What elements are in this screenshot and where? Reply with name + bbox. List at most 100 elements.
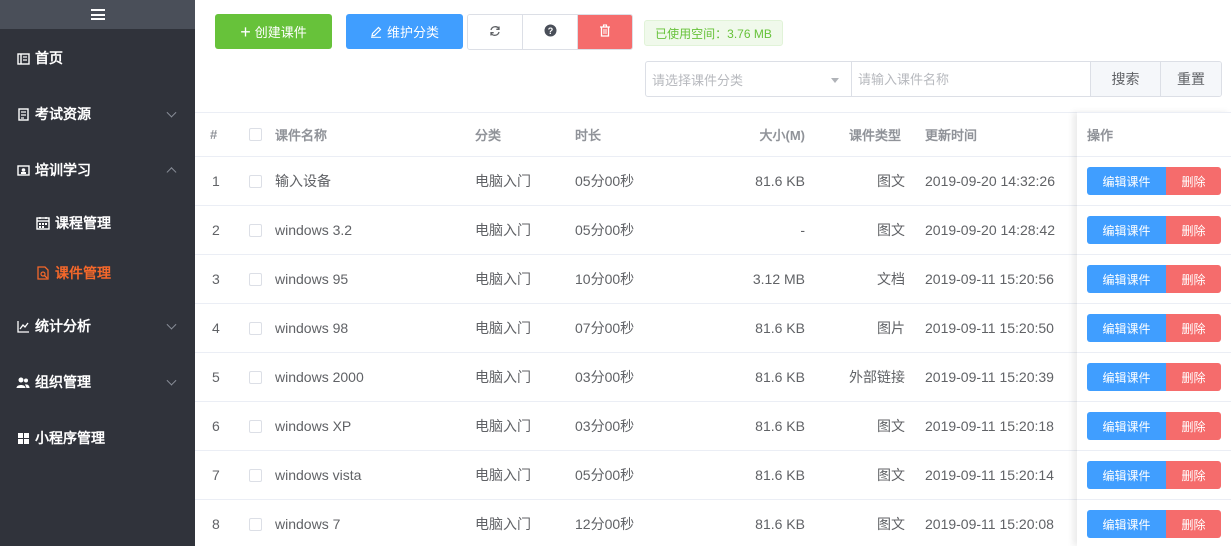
- courseware-icon: [36, 266, 50, 280]
- chevron-down-icon: [166, 319, 177, 330]
- reset-button[interactable]: 重置: [1160, 62, 1221, 96]
- row-checkbox-cell[interactable]: [249, 402, 262, 450]
- row-index: 7: [212, 467, 220, 483]
- row-size: 3.12 MB: [752, 271, 805, 287]
- row-index: 6: [212, 418, 220, 434]
- delete-courseware-button[interactable]: 删除: [1166, 461, 1221, 489]
- row-type: 图文: [877, 222, 905, 238]
- sidebar-item-label: 课件管理: [55, 265, 111, 281]
- edit-courseware-button[interactable]: 编辑课件: [1087, 167, 1166, 195]
- select-all-checkbox[interactable]: [249, 128, 262, 141]
- row-index: 5: [212, 369, 220, 385]
- sidebar-item-training[interactable]: 培训学习: [0, 142, 195, 198]
- row-checkbox[interactable]: [249, 370, 262, 384]
- edit-courseware-button[interactable]: 编辑课件: [1087, 461, 1166, 489]
- row-checkbox-cell[interactable]: [249, 304, 262, 352]
- row-updated: 2019-09-11 15:20:14: [925, 467, 1054, 483]
- category-select[interactable]: 请选择课件分类: [646, 62, 852, 96]
- search-button[interactable]: 搜索: [1090, 62, 1160, 96]
- edit-courseware-label: 编辑课件: [1102, 174, 1151, 189]
- row-checkbox[interactable]: [249, 321, 262, 335]
- row-checkbox-cell[interactable]: [249, 255, 262, 303]
- row-checkbox[interactable]: [249, 174, 262, 188]
- table-row: 5 windows 2000 电脑入门 03分00秒 81.6 KB 外部链接 2019-0…: [195, 353, 1231, 402]
- sidebar-item-home[interactable]: 首页: [0, 30, 195, 86]
- sidebar-subitem-courseware-management[interactable]: 课件管理: [0, 248, 195, 298]
- delete-courseware-label: 删除: [1181, 517, 1206, 532]
- maintain-category-button[interactable]: 维护分类: [346, 14, 463, 49]
- row-index: 1: [212, 173, 220, 189]
- edit-courseware-button[interactable]: 编辑课件: [1087, 412, 1166, 440]
- refresh-icon: [489, 24, 501, 40]
- row-checkbox[interactable]: [249, 223, 262, 237]
- sidebar-item-mini-program[interactable]: 小程序管理: [0, 410, 195, 466]
- edit-courseware-label: 编辑课件: [1102, 419, 1151, 434]
- edit-courseware-button[interactable]: 编辑课件: [1087, 363, 1166, 391]
- delete-courseware-button[interactable]: 删除: [1166, 510, 1221, 538]
- edit-courseware-label: 编辑课件: [1102, 468, 1151, 483]
- row-name: windows XP: [275, 418, 352, 434]
- help-button[interactable]: ?: [523, 15, 578, 49]
- chevron-down-icon: [166, 375, 177, 386]
- row-updated: 2019-09-11 15:20:18: [925, 418, 1054, 434]
- chart-icon: [16, 319, 30, 333]
- row-size: 81.6 KB: [755, 418, 805, 434]
- row-type: 图文: [877, 467, 905, 483]
- calendar-icon: [36, 216, 50, 230]
- edit-courseware-button[interactable]: 编辑课件: [1087, 510, 1166, 538]
- edit-courseware-button[interactable]: 编辑课件: [1087, 265, 1166, 293]
- category-select-placeholder: 请选择课件分类: [652, 72, 744, 88]
- row-type: 图文: [877, 173, 905, 189]
- row-size: 81.6 KB: [755, 173, 805, 189]
- header-duration: 时长: [575, 128, 602, 143]
- header-size: 大小(M): [759, 128, 806, 143]
- caret-down-icon: [831, 78, 839, 83]
- delete-courseware-button[interactable]: 删除: [1166, 216, 1221, 244]
- chevron-down-icon: [166, 107, 177, 118]
- row-updated: 2019-09-11 15:20:08: [925, 516, 1054, 532]
- edit-courseware-button[interactable]: 编辑课件: [1087, 314, 1166, 342]
- row-index: 8: [212, 516, 220, 532]
- used-space-badge: 已使用空间：3.76 MB: [644, 20, 783, 46]
- sidebar-collapse-toggle[interactable]: [0, 0, 195, 29]
- create-courseware-label: 创建课件: [254, 25, 307, 40]
- header-select-all[interactable]: [249, 113, 262, 156]
- sidebar-item-label: 小程序管理: [35, 430, 105, 446]
- row-type: 外部链接: [849, 369, 905, 385]
- row-category: 电脑入门: [475, 467, 531, 483]
- delete-courseware-button[interactable]: 删除: [1166, 412, 1221, 440]
- row-checkbox-cell[interactable]: [249, 451, 262, 499]
- row-checkbox-cell[interactable]: [249, 500, 262, 546]
- row-name: windows vista: [275, 467, 362, 483]
- row-checkbox-cell[interactable]: [249, 353, 262, 401]
- row-checkbox[interactable]: [249, 517, 262, 531]
- delete-courseware-button[interactable]: 删除: [1166, 363, 1221, 391]
- row-category: 电脑入门: [475, 369, 531, 385]
- edit-courseware-button[interactable]: 编辑课件: [1087, 216, 1166, 244]
- edit-courseware-label: 编辑课件: [1102, 272, 1151, 287]
- table-row: 6 windows XP 电脑入门 03分00秒 81.6 KB 图文 2019-09-11…: [195, 402, 1231, 451]
- header-updated: 更新时间: [925, 128, 978, 143]
- courseware-name-input[interactable]: [852, 62, 1090, 96]
- sidebar-item-exam-resources[interactable]: 考试资源: [0, 86, 195, 142]
- sidebar-subitem-course-management[interactable]: 课程管理: [0, 198, 195, 248]
- delete-button[interactable]: [578, 15, 632, 49]
- delete-courseware-button[interactable]: 删除: [1166, 167, 1221, 195]
- refresh-button[interactable]: [468, 15, 523, 49]
- delete-courseware-button[interactable]: 删除: [1166, 265, 1221, 293]
- header-index: #: [210, 127, 218, 142]
- row-updated: 2019-09-20 14:32:26: [925, 173, 1055, 189]
- edit-icon: [370, 26, 382, 38]
- sidebar-item-statistics[interactable]: 统计分析: [0, 298, 195, 354]
- row-checkbox-cell[interactable]: [249, 157, 262, 205]
- header-ops: 操作: [1087, 128, 1114, 143]
- sidebar-item-organization[interactable]: 组织管理: [0, 354, 195, 410]
- delete-courseware-button[interactable]: 删除: [1166, 314, 1221, 342]
- row-updated: 2019-09-11 15:20:50: [925, 320, 1054, 336]
- row-checkbox[interactable]: [249, 468, 262, 482]
- create-courseware-button[interactable]: + 创建课件: [215, 14, 332, 49]
- row-checkbox[interactable]: [249, 272, 262, 286]
- header-type: 课件类型: [849, 128, 902, 143]
- row-checkbox[interactable]: [249, 419, 262, 433]
- row-checkbox-cell[interactable]: [249, 206, 262, 254]
